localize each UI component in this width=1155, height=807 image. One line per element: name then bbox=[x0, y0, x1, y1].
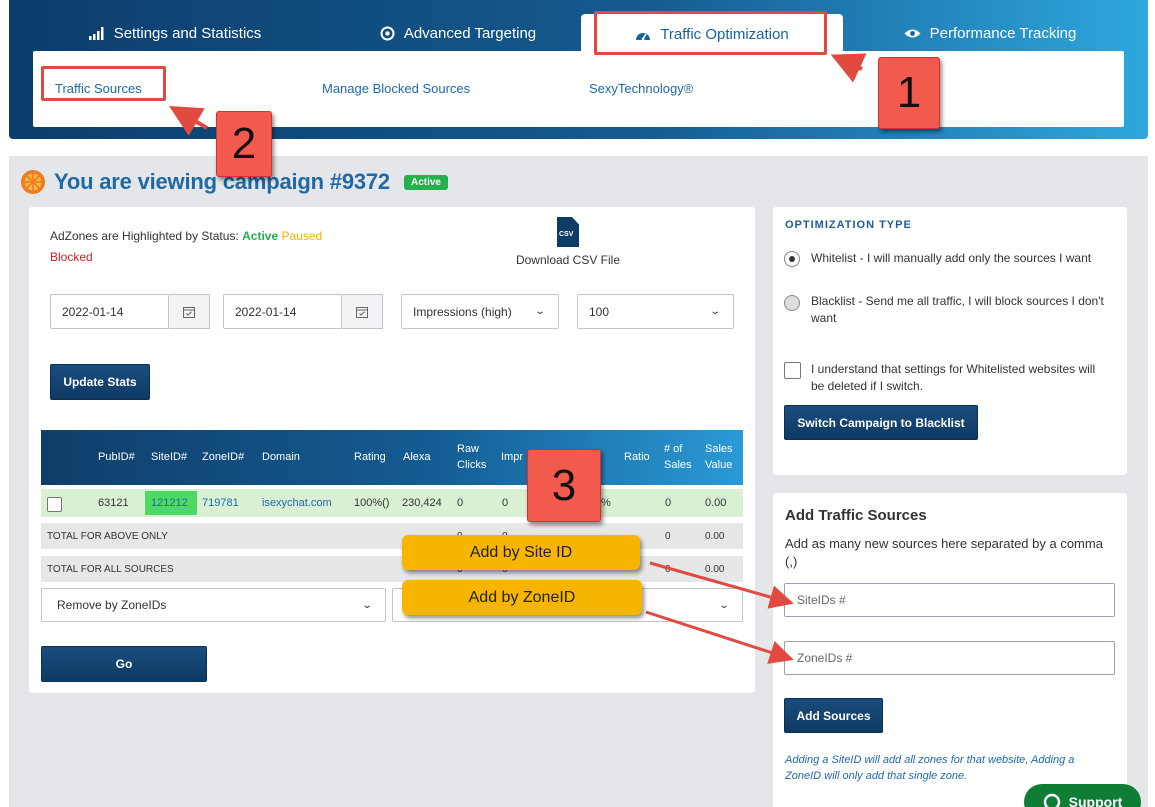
callout-add-by-site-id: Add by Site ID bbox=[402, 535, 640, 570]
arrow-to-traffic-optimization bbox=[830, 53, 867, 83]
arrow-to-traffic-sources bbox=[169, 105, 209, 136]
annotation-number-3: 3 bbox=[527, 449, 601, 522]
annotation-arrows bbox=[169, 53, 867, 664]
page: Settings and Statistics Advanced Targeti… bbox=[0, 0, 1155, 807]
annotation-number-2: 2 bbox=[216, 111, 272, 177]
annotation-number-1: 1 bbox=[878, 57, 940, 129]
arrow-to-siteids bbox=[649, 561, 794, 609]
arrow-to-zoneids bbox=[645, 610, 794, 664]
callout-add-by-zone-id: Add by ZoneID bbox=[402, 580, 642, 615]
